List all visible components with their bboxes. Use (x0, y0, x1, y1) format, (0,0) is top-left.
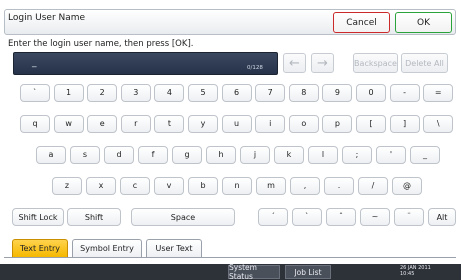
tab-text-entry[interactable]: Text Entry (12, 239, 68, 257)
job-list-button[interactable]: Job List (285, 265, 331, 279)
alt-key[interactable]: Alt (428, 208, 456, 226)
key-row4-9[interactable]: / (358, 177, 388, 195)
key-row3-7[interactable]: k (274, 146, 304, 164)
key-row1-9[interactable]: 9 (322, 84, 353, 102)
cursor-left-button[interactable]: ← (283, 53, 306, 73)
char-count: 0/128 (247, 65, 263, 71)
key-row2-7[interactable]: i (255, 115, 286, 133)
key-row4-0[interactable]: z (52, 177, 82, 195)
status-time: 10:45 (400, 271, 415, 277)
tilde-key[interactable]: ~ (360, 208, 390, 226)
key-row3-11[interactable]: _ (410, 146, 440, 164)
key-row4-3[interactable]: v (154, 177, 184, 195)
key-row2-3[interactable]: r (120, 115, 151, 133)
diaeresis-key[interactable]: ¨ (394, 208, 424, 226)
user-name-input[interactable] (13, 52, 278, 75)
key-row2-10[interactable]: [ (356, 115, 386, 133)
key-row1-3[interactable]: 3 (120, 84, 151, 102)
key-row1-8[interactable]: 8 (288, 84, 319, 102)
key-row4-4[interactable]: b (188, 177, 218, 195)
key-row3-3[interactable]: f (138, 146, 168, 164)
delete-all-button[interactable]: Delete All (401, 53, 448, 73)
backspace-button[interactable]: Backspace (353, 53, 398, 73)
ok-button[interactable]: OK (395, 12, 452, 33)
dialog-title: Login User Name (8, 13, 86, 23)
key-row1-7[interactable]: 7 (255, 84, 286, 102)
key-row2-9[interactable]: p (322, 115, 353, 133)
key-row2-12[interactable]: \ (423, 115, 454, 133)
key-row1-4[interactable]: 4 (154, 84, 185, 102)
key-row3-8[interactable]: l (308, 146, 338, 164)
key-row2-0[interactable]: q (20, 115, 50, 133)
key-row1-2[interactable]: 2 (87, 84, 118, 102)
key-row4-10[interactable]: @ (392, 177, 422, 195)
key-row2-6[interactable]: u (221, 115, 252, 133)
system-status-button[interactable]: System Status (228, 263, 280, 280)
key-row1-12[interactable]: = (423, 84, 454, 102)
key-row4-8[interactable]: . (324, 177, 354, 195)
shift-lock-key[interactable]: Shift Lock (12, 208, 64, 226)
key-row2-8[interactable]: o (288, 115, 319, 133)
cursor-right-button[interactable]: → (311, 53, 334, 73)
key-row3-0[interactable]: a (36, 146, 66, 164)
key-row4-5[interactable]: n (222, 177, 252, 195)
tab-user-text[interactable]: User Text (146, 239, 202, 257)
key-row2-4[interactable]: t (154, 115, 185, 133)
key-row2-5[interactable]: y (188, 115, 218, 133)
key-row3-9[interactable]: ; (342, 146, 372, 164)
cancel-button[interactable]: Cancel (333, 12, 390, 33)
key-row1-5[interactable]: 5 (188, 84, 218, 102)
key-row2-1[interactable]: w (53, 115, 84, 133)
key-row3-2[interactable]: d (104, 146, 134, 164)
key-row2-11[interactable]: ] (389, 115, 420, 133)
key-row3-10[interactable]: ' (376, 146, 406, 164)
key-row4-7[interactable]: , (290, 177, 320, 195)
key-row3-5[interactable]: h (206, 146, 236, 164)
key-row4-6[interactable]: m (256, 177, 286, 195)
key-row4-2[interactable]: c (120, 177, 150, 195)
key-row1-11[interactable]: - (389, 84, 420, 102)
shift-key[interactable]: Shift (67, 208, 121, 226)
circumflex-key[interactable]: ˆ (326, 208, 356, 226)
tab-bar-divider (4, 257, 456, 258)
key-row3-1[interactable]: s (70, 146, 100, 164)
instruction-text: Enter the login user name, then press [O… (8, 39, 194, 49)
grave-accent-key[interactable]: ` (292, 208, 322, 226)
key-row1-0[interactable]: ` (20, 84, 50, 102)
key-row3-4[interactable]: g (172, 146, 202, 164)
key-row3-6[interactable]: j (240, 146, 270, 164)
date-time: 26 JAN 2011 10:45 (400, 265, 444, 277)
tab-symbol-entry[interactable]: Symbol Entry (72, 239, 142, 257)
login-user-name-dialog: Login User Name Cancel OK Enter the logi… (0, 0, 461, 280)
key-row1-10[interactable]: 0 (356, 84, 386, 102)
space-key[interactable]: Space (131, 208, 235, 226)
key-row1-1[interactable]: 1 (53, 84, 84, 102)
key-row2-2[interactable]: e (87, 115, 118, 133)
acute-accent-key[interactable]: ´ (258, 208, 288, 226)
key-row4-1[interactable]: x (86, 177, 116, 195)
user-name-input-value: _ (32, 58, 37, 68)
key-row1-6[interactable]: 6 (221, 84, 252, 102)
